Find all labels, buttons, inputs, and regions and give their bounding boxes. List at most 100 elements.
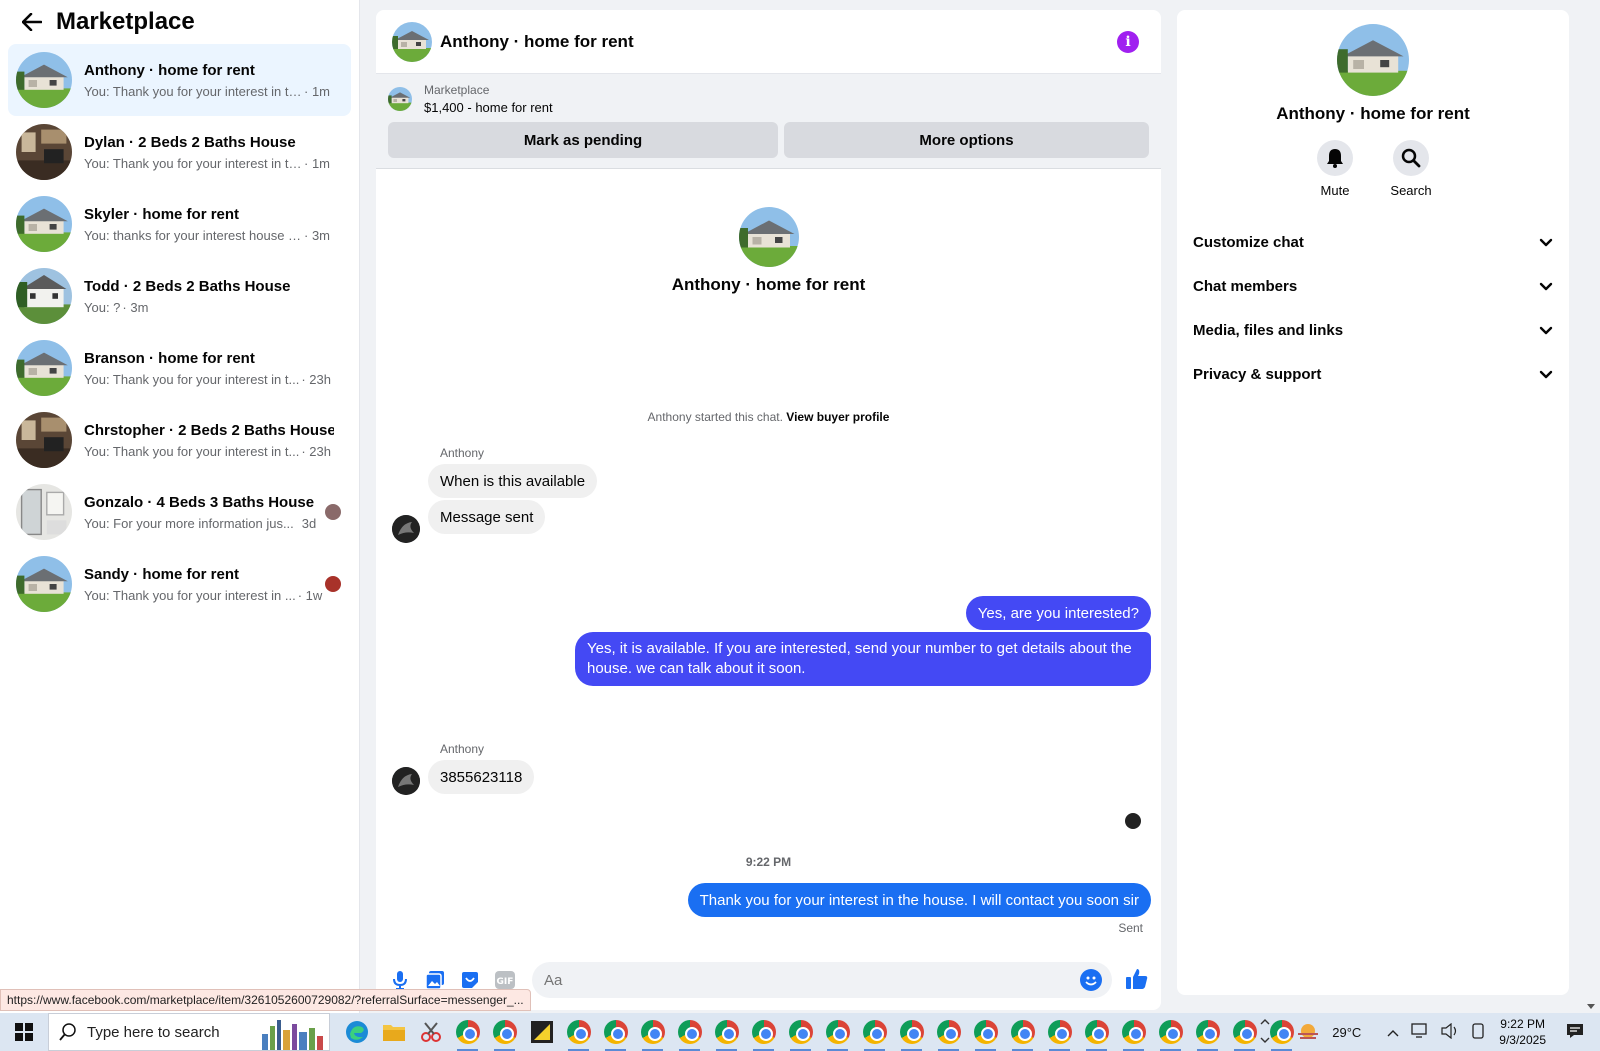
chrome-icon[interactable] [486,1013,523,1051]
info-icon[interactable]: i [1117,31,1139,53]
details-section-privacy-support[interactable]: Privacy & support [1177,352,1569,396]
chrome-icon[interactable] [930,1013,967,1051]
page-scrollbar[interactable] [1583,0,1600,1013]
details-avatar[interactable] [1337,24,1409,96]
conversation-item[interactable]: Todd · 2 Beds 2 Baths House You: ? · 3m [8,260,351,332]
chrome-icon[interactable] [1189,1013,1226,1051]
conversation-item[interactable]: Dylan · 2 Beds 2 Baths House You: Thank y… [8,116,351,188]
snipping-tool-icon[interactable] [412,1013,449,1051]
status-bar-url: https://www.facebook.com/marketplace/ite… [0,989,531,1011]
message-input[interactable] [532,962,1112,998]
incoming-message[interactable]: When is this available [428,464,598,498]
windows-taskbar: Type here to search 29°C 9:22 PM 9/3/202… [0,1013,1600,1051]
chrome-icon[interactable] [597,1013,634,1051]
chevron-up-icon[interactable] [1260,1016,1270,1049]
chat-started-text: Anthony started this chat. [647,410,783,424]
incoming-message[interactable]: Message sent [428,500,546,534]
chrome-logo-icon [1084,1020,1109,1044]
chrome-icon[interactable] [782,1013,819,1051]
intro-avatar[interactable] [738,207,799,267]
chrome-logo-icon [973,1020,998,1044]
seen-avatar [325,504,341,520]
conversation-preview: You: Thank you for your interest in th..… [84,155,302,171]
windows-start-icon[interactable] [0,1013,48,1051]
chrome-logo-icon [788,1020,813,1044]
conversation-item[interactable]: Sandy · home for rent You: Thank you for … [8,548,351,620]
anthony-avatar[interactable] [392,767,420,795]
conversation-time: 3d [301,515,317,531]
view-buyer-profile-link[interactable]: View buyer profile [786,410,889,424]
outgoing-message[interactable]: Yes, it is available. If you are interes… [575,632,1151,686]
chrome-icon[interactable] [1004,1013,1041,1051]
taskbar-search-box[interactable]: Type here to search [48,1013,330,1051]
chrome-icon[interactable] [967,1013,1004,1051]
conversation-item[interactable]: Gonzalo · 4 Beds 3 Baths House You: For y… [8,476,351,548]
outgoing-message[interactable]: Yes, are you interested? [965,596,1151,630]
chrome-icon[interactable] [560,1013,597,1051]
conversation-name: Branson · home for rent [84,349,255,367]
conversation-thumbnail [16,268,72,324]
intro-name: Anthony · home for rent [671,275,866,294]
edge-icon[interactable] [338,1013,375,1051]
chrome-icon[interactable] [671,1013,708,1051]
conversation-item[interactable]: Anthony · home for rent You: Thank you fo… [8,44,351,116]
details-section-customize-chat[interactable]: Customize chat [1177,220,1569,264]
mark-as-pending-button[interactable]: Mark as pending [388,122,778,158]
listing-thumbnail[interactable] [388,87,412,111]
chevron-down-icon [1539,322,1553,339]
chrome-logo-icon [640,1020,665,1044]
details-section-media-files-and-links[interactable]: Media, files and links [1177,308,1569,352]
chrome-icon[interactable] [449,1013,486,1051]
scroll-down-icon[interactable] [1587,1004,1595,1009]
show-hidden-icons-icon[interactable] [1387,1025,1399,1040]
listing-title[interactable]: $1,400 - home for rent [424,100,553,115]
message-text-field[interactable] [544,971,1044,989]
conversation-item[interactable]: Branson · home for rent You: Thank you fo… [8,332,351,404]
anthony-avatar[interactable] [392,515,420,543]
conversation-name: Chrstopher · 2 Beds 2 Baths House [84,421,334,439]
more-options-button[interactable]: More options [784,122,1149,158]
chrome-icon[interactable] [634,1013,671,1051]
search-button[interactable]: Search [1390,140,1432,198]
file-explorer-icon[interactable] [375,1013,412,1051]
chrome-logo-icon [899,1020,924,1044]
chrome-icon[interactable] [1041,1013,1078,1051]
emoji-icon[interactable] [1080,969,1102,991]
chrome-icon[interactable] [856,1013,893,1051]
sticky-notes-icon[interactable] [523,1013,560,1051]
details-section-chat-members[interactable]: Chat members [1177,264,1569,308]
taskbar-apps [338,1013,1300,1051]
incoming-message[interactable]: 3855623118 [428,760,535,794]
chrome-icon[interactable] [708,1013,745,1051]
chrome-icon[interactable] [745,1013,782,1051]
chat-title[interactable]: Anthony · home for rent [440,32,634,52]
chrome-icon[interactable] [893,1013,930,1051]
conversation-item[interactable]: Skyler · home for rent You: thanks for yo… [8,188,351,260]
taskbar-search-placeholder: Type here to search [87,1023,220,1041]
weather-temperature[interactable]: 29°C [1332,1025,1361,1040]
network-icon[interactable] [1411,1022,1429,1042]
chrome-icon[interactable] [819,1013,856,1051]
outgoing-message[interactable]: Thank you for your interest in the house… [687,883,1151,917]
taskbar-clock[interactable]: 9:22 PM 9/3/2025 [1499,1016,1546,1048]
chrome-icon[interactable] [1115,1013,1152,1051]
chrome-logo-icon [1232,1020,1257,1044]
conversation-name: Skyler · home for rent [84,205,240,223]
volume-icon[interactable] [1441,1022,1459,1042]
chrome-logo-icon [1047,1020,1072,1044]
weather-icon[interactable] [1296,1021,1320,1044]
mute-button[interactable]: Mute [1315,140,1355,198]
conversation-time: · 1w [297,587,323,603]
meet-now-icon[interactable] [1471,1022,1485,1042]
chat-avatar[interactable] [392,21,432,62]
thumbs-up-icon[interactable] [1125,967,1151,993]
chrome-icon[interactable] [1078,1013,1115,1051]
city-skyline-icon [262,1020,323,1050]
back-arrow-icon[interactable] [20,10,44,34]
chrome-logo-icon [751,1020,776,1044]
notifications-icon[interactable] [1566,1023,1584,1042]
conversation-time: · 3m [122,299,149,315]
conversation-time: · 23h [301,443,331,459]
conversation-item[interactable]: Chrstopher · 2 Beds 2 Baths House You: Th… [8,404,351,476]
chrome-icon[interactable] [1152,1013,1189,1051]
